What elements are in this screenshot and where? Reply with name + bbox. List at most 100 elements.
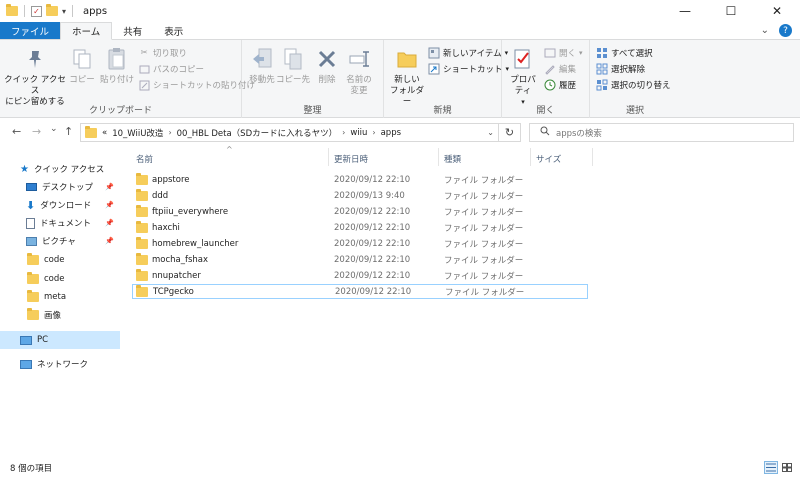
copy-path-button[interactable]: パスのコピー (138, 62, 204, 76)
cut-label: 切り取り (153, 49, 188, 59)
tab-home[interactable]: ホーム (60, 22, 113, 40)
pin-icon[interactable]: 📌 (105, 201, 114, 209)
nav-folder-images[interactable]: 画像 (0, 306, 120, 324)
chevron-right-icon[interactable]: › (342, 128, 345, 137)
column-divider[interactable] (328, 148, 329, 166)
properties-button[interactable]: プロパティ ▾ (506, 46, 540, 108)
copy-button[interactable]: コピー (68, 46, 96, 86)
paste-shortcut-button[interactable]: ショートカットの貼り付け (138, 78, 255, 92)
breadcrumb-segment[interactable]: wiiu (350, 128, 367, 138)
nav-documents[interactable]: ドキュメント 📌 (0, 214, 120, 232)
nav-desktop[interactable]: デスクトップ 📌 (0, 178, 120, 196)
large-icons-view-icon[interactable] (780, 461, 794, 474)
pin-icon[interactable]: 📌 (105, 219, 114, 227)
help-icon[interactable]: ? (779, 24, 792, 37)
table-row[interactable]: ddd 2020/09/13 9:40 ファイル フォルダー (132, 188, 588, 203)
nav-folder-code[interactable]: code (0, 251, 120, 269)
customize-qa-icon[interactable]: ▾ (62, 7, 66, 16)
paste-shortcut-label: ショートカットの貼り付け (153, 81, 256, 91)
address-dropdown-icon[interactable]: ⌄ (487, 128, 494, 137)
table-row[interactable]: appstore 2020/09/12 22:10 ファイル フォルダー (132, 172, 588, 187)
pin-icon[interactable]: 📌 (105, 237, 114, 245)
table-row[interactable]: homebrew_launcher 2020/09/12 22:10 ファイル … (132, 236, 588, 251)
rename-button[interactable]: 名前の 変更 (344, 46, 374, 97)
search-box[interactable]: appsの検索 (529, 123, 794, 142)
nav-quick-access[interactable]: ★ クイック アクセス (0, 160, 120, 178)
easy-access-button[interactable]: ショートカット ▾ (428, 62, 509, 76)
up-button[interactable]: ↑ (64, 125, 73, 138)
column-header-type[interactable]: 種類 (440, 152, 530, 166)
forward-button[interactable]: → (32, 125, 41, 138)
new-item-button[interactable]: 新しいアイテム ▾ (428, 46, 508, 60)
file-date: 2020/09/13 9:40 (334, 190, 405, 201)
open-button[interactable]: 開く ▾ (544, 46, 583, 60)
table-row[interactable]: nnupatcher 2020/09/12 22:10 ファイル フォルダー (132, 268, 588, 283)
move-to-button[interactable]: 移動先 (246, 46, 278, 86)
address-row: ← → ⌄ ↑ « 10_WiiU改造 › 00_HBL Deta（SDカードに… (0, 118, 800, 146)
minimize-button[interactable]: — (662, 0, 708, 22)
path-icon (138, 63, 150, 75)
invert-selection-icon (596, 79, 608, 91)
back-button[interactable]: ← (12, 125, 21, 138)
tab-view[interactable]: 表示 (153, 22, 194, 39)
close-button[interactable]: ✕ (754, 0, 800, 22)
new-folder-button[interactable]: 新しい フォルダー (388, 46, 426, 108)
column-divider[interactable] (530, 148, 531, 166)
folder-icon (136, 269, 148, 281)
address-bar[interactable]: « 10_WiiU改造 › 00_HBL Deta（SDカードに入れるヤツ） ›… (80, 123, 521, 142)
new-folder-qa-icon[interactable] (46, 4, 58, 16)
refresh-button[interactable]: ↻ (498, 124, 520, 141)
breadcrumb-segment[interactable]: apps (381, 128, 401, 138)
chevron-right-icon[interactable]: › (168, 128, 171, 137)
new-item-icon (428, 47, 440, 59)
details-view-icon[interactable] (764, 461, 778, 474)
cut-button[interactable]: ✂ 切り取り (138, 46, 187, 60)
collapse-ribbon-icon[interactable]: ⌄ (761, 25, 769, 36)
nav-folder-meta[interactable]: meta (0, 288, 120, 306)
nav-folder-code[interactable]: code (0, 270, 120, 288)
breadcrumb-overflow[interactable]: « (102, 128, 107, 138)
history-button[interactable]: 履歴 (544, 78, 576, 92)
nav-pc[interactable]: PC (0, 331, 120, 349)
chevron-right-icon[interactable]: › (372, 128, 375, 137)
select-all-button[interactable]: すべて選択 (596, 46, 653, 60)
paste-button[interactable]: 貼り付け (100, 46, 134, 86)
breadcrumb-segment[interactable]: 10_WiiU改造 (112, 127, 163, 139)
copy-to-button[interactable]: コピー先 (276, 46, 310, 86)
column-divider[interactable] (438, 148, 439, 166)
copy-to-label: コピー先 (276, 75, 311, 85)
rename-icon (347, 46, 371, 72)
column-header-date[interactable]: 更新日時 (330, 152, 438, 166)
properties-check-icon[interactable]: ✓ (31, 5, 42, 17)
column-divider[interactable] (592, 148, 593, 166)
select-none-button[interactable]: 選択解除 (596, 62, 645, 76)
column-header-name[interactable]: 名前 (132, 152, 328, 166)
file-date: 2020/09/12 22:10 (334, 206, 411, 217)
separator (24, 5, 25, 17)
tab-share[interactable]: 共有 (112, 22, 153, 39)
picture-icon (26, 236, 37, 246)
tab-file[interactable]: ファイル (0, 22, 61, 39)
pin-icon[interactable]: 📌 (105, 183, 114, 191)
search-input[interactable]: appsの検索 (556, 127, 602, 139)
breadcrumb-segment[interactable]: 00_HBL Deta（SDカードに入れるヤツ） (177, 127, 337, 139)
nav-pictures[interactable]: ピクチャ 📌 (0, 232, 120, 250)
table-row[interactable]: TCPgecko 2020/09/12 22:10 ファイル フォルダー (132, 284, 588, 299)
edit-button[interactable]: 編集 (544, 62, 576, 76)
pin-quick-access-button[interactable]: クイック アクセス にピン留めする (4, 46, 66, 108)
recent-locations-button[interactable]: ⌄ (50, 124, 58, 134)
window-title: apps (83, 5, 108, 17)
select-group: すべて選択 選択解除 選択の切り替え 選択 (590, 40, 680, 118)
nav-network[interactable]: ネットワーク (0, 355, 120, 373)
table-row[interactable]: haxchi 2020/09/12 22:10 ファイル フォルダー (132, 220, 588, 235)
column-header-size[interactable]: サイズ (532, 152, 592, 166)
file-name: homebrew_launcher (152, 238, 239, 249)
delete-button[interactable]: 削除 (316, 46, 338, 86)
invert-selection-button[interactable]: 選択の切り替え (596, 78, 671, 92)
maximize-button[interactable]: ☐ (708, 0, 754, 22)
new-folder-icon (395, 46, 419, 72)
table-row[interactable]: mocha_fshax 2020/09/12 22:10 ファイル フォルダー (132, 252, 588, 267)
nav-downloads[interactable]: ⬇ ダウンロード 📌 (0, 196, 120, 214)
table-row[interactable]: ftpiiu_everywhere 2020/09/12 22:10 ファイル … (132, 204, 588, 219)
folder-icon (6, 4, 18, 16)
